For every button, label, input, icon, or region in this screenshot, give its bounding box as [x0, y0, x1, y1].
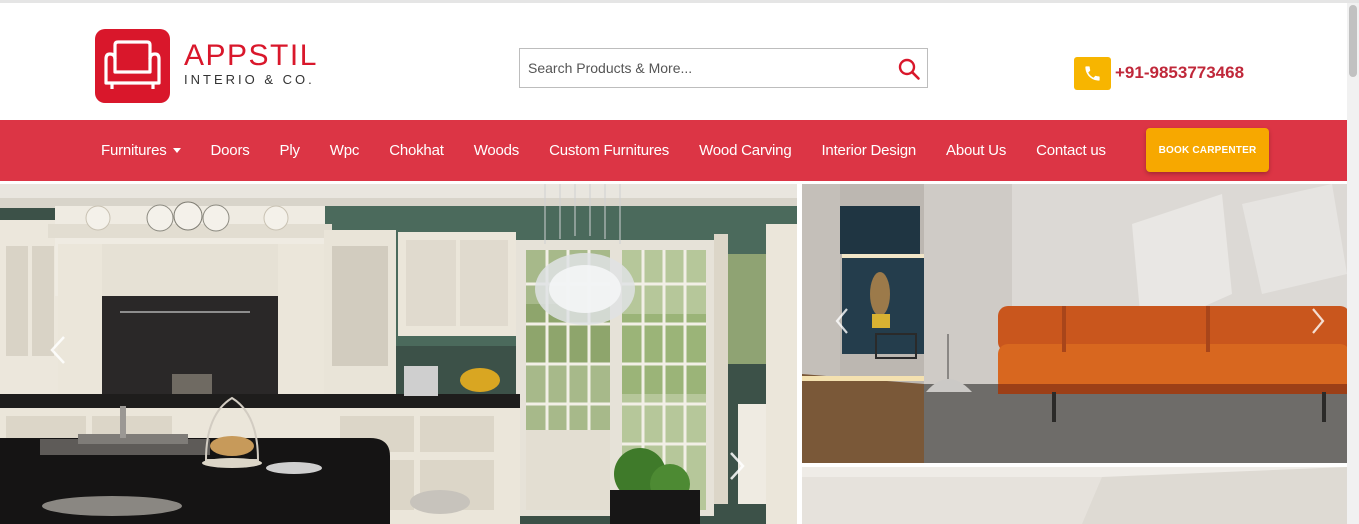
main-navigation: Furnitures Doors Ply Wpc Chokhat Woods C… — [0, 120, 1347, 181]
phone-icon — [1085, 65, 1100, 81]
sofa-room-image — [802, 184, 1347, 463]
brand-name: APPSTIL — [184, 39, 318, 72]
room-image — [802, 467, 1347, 524]
chevron-left-icon[interactable] — [834, 307, 850, 335]
phone-number: +91-9853773468 — [1115, 63, 1245, 82]
site-header: APPSTIL INTERIO & CO. +91-9853773468 — [0, 3, 1347, 120]
sofa-logo-icon — [104, 40, 161, 89]
brand-subtitle: INTERIO & CO. — [184, 72, 315, 87]
nav-item-label: Furnitures — [101, 142, 167, 159]
hero-slider-side[interactable] — [802, 184, 1347, 463]
hero-thumbnail[interactable] — [802, 467, 1347, 524]
brand-text[interactable]: APPSTIL INTERIO & CO. — [184, 39, 318, 88]
scrollbar[interactable] — [1347, 3, 1359, 524]
nav-menu: Furnitures Doors Ply Wpc Chokhat Woods C… — [101, 120, 1136, 181]
nav-item-furnitures[interactable]: Furnitures — [101, 142, 181, 159]
search-icon — [898, 58, 920, 80]
nav-item-ply[interactable]: Ply — [280, 142, 300, 159]
nav-item-custom-furnitures[interactable]: Custom Furnitures — [549, 142, 669, 159]
search-input[interactable] — [520, 49, 890, 87]
nav-item-interior-design[interactable]: Interior Design — [821, 142, 916, 159]
search-button[interactable] — [897, 57, 921, 81]
book-carpenter-button[interactable]: BOOK CARPENTER — [1146, 128, 1269, 172]
nav-item-wood-carving[interactable]: Wood Carving — [699, 142, 792, 159]
kitchen-image — [0, 184, 797, 524]
caret-down-icon — [172, 148, 181, 153]
nav-item-wpc[interactable]: Wpc — [330, 142, 360, 159]
nav-item-contact-us[interactable]: Contact us — [1036, 142, 1106, 159]
search-box — [519, 48, 928, 88]
scrollbar-thumb[interactable] — [1349, 5, 1357, 77]
chevron-right-icon[interactable] — [727, 450, 747, 482]
logo-badge[interactable] — [95, 29, 170, 103]
page: APPSTIL INTERIO & CO. +91-9853773468 — [0, 0, 1359, 524]
hero-slider-main[interactable] — [0, 184, 797, 524]
chevron-right-icon[interactable] — [1310, 307, 1326, 335]
phone-contact[interactable]: +91-9853773468 — [1074, 55, 1244, 91]
chevron-left-icon[interactable] — [48, 334, 68, 366]
nav-item-about-us[interactable]: About Us — [946, 142, 1006, 159]
nav-item-doors[interactable]: Doors — [211, 142, 250, 159]
nav-item-chokhat[interactable]: Chokhat — [389, 142, 444, 159]
nav-item-woods[interactable]: Woods — [474, 142, 520, 159]
phone-icon-box — [1074, 56, 1111, 90]
